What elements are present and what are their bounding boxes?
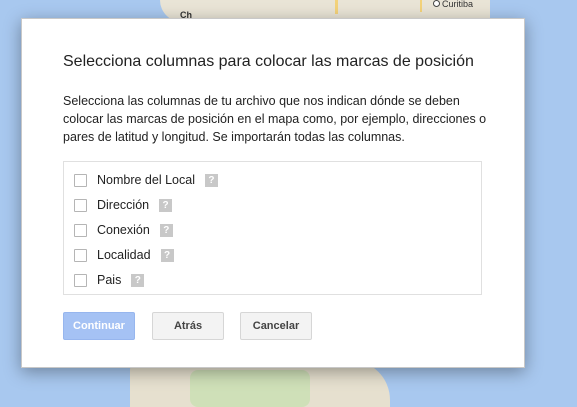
map-land-south-vegetation — [190, 370, 310, 407]
checkbox[interactable] — [74, 248, 87, 262]
column-option-label: Nombre del Local — [97, 173, 195, 187]
dialog-title: Selecciona columnas para colocar las mar… — [63, 53, 474, 70]
column-option-label: Dirección — [97, 198, 150, 212]
column-option[interactable]: Nombre del Local ? — [74, 171, 218, 189]
map-road — [335, 0, 338, 14]
checkbox[interactable] — [74, 273, 87, 287]
dialog-description: Selecciona las columnas de tu archivo qu… — [63, 94, 487, 144]
column-option-label: Pais — [97, 273, 122, 287]
column-option-label: Conexión — [97, 223, 150, 237]
column-option-label: Localidad — [97, 248, 151, 262]
column-option[interactable]: Pais ? — [74, 271, 145, 289]
cancel-button[interactable]: Cancelar — [240, 312, 312, 340]
map-city-marker — [433, 0, 440, 7]
map-city-label: Curitiba — [442, 0, 474, 9]
column-options-list: Nombre del Local ? Dirección ? Conexión … — [63, 161, 482, 295]
column-option[interactable]: Conexión ? — [74, 221, 173, 239]
help-icon[interactable]: ? — [160, 248, 174, 262]
checkbox[interactable] — [74, 223, 87, 237]
map-road — [420, 0, 422, 12]
column-option[interactable]: Localidad ? — [74, 246, 174, 264]
help-icon[interactable]: ? — [204, 173, 218, 187]
help-icon[interactable]: ? — [131, 273, 145, 287]
column-option[interactable]: Dirección ? — [74, 196, 173, 214]
help-icon[interactable]: ? — [159, 223, 173, 237]
checkbox[interactable] — [74, 173, 87, 187]
continue-button[interactable]: Continuar — [63, 312, 135, 340]
help-icon[interactable]: ? — [159, 198, 173, 212]
checkbox[interactable] — [74, 198, 87, 212]
select-columns-dialog: Selecciona columnas para colocar las mar… — [21, 18, 525, 368]
back-button[interactable]: Atrás — [152, 312, 224, 340]
